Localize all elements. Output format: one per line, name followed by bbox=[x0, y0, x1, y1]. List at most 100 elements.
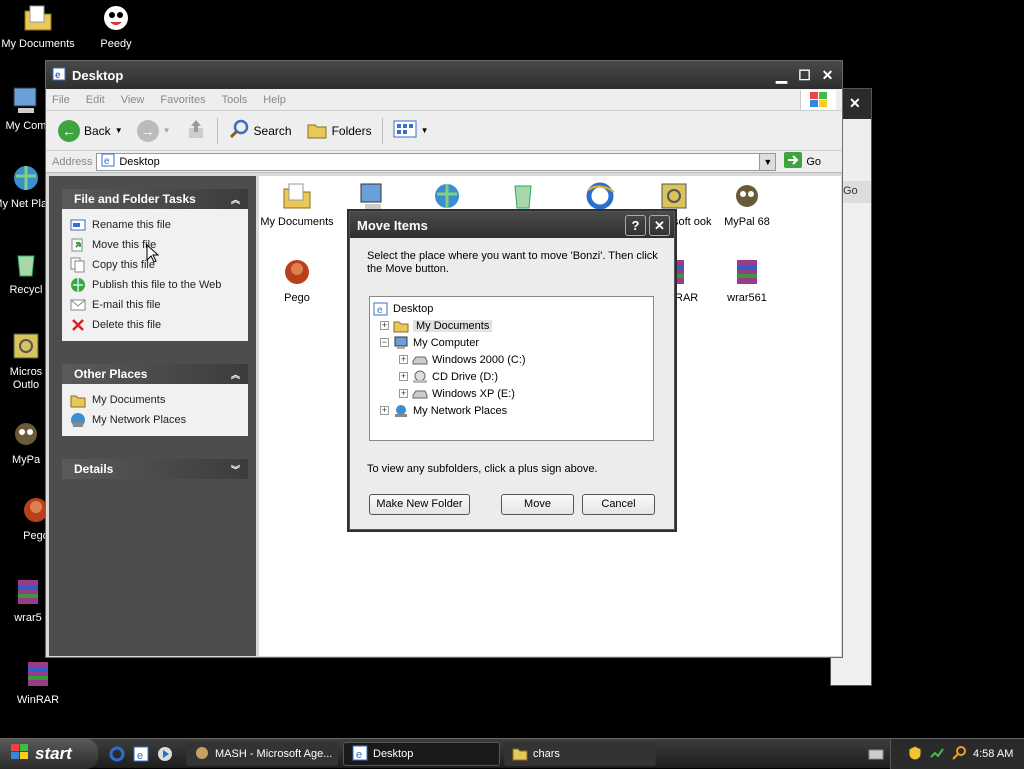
windows-logo-icon bbox=[10, 743, 30, 766]
move-items-dialog[interactable]: Move Items ? ✕ Select the place where yo… bbox=[349, 211, 675, 530]
minimize-icon[interactable]: ▁ bbox=[771, 65, 792, 86]
cancel-button[interactable]: Cancel bbox=[582, 494, 655, 515]
desktop-icon-peedy[interactable]: Peedy bbox=[76, 2, 156, 50]
panel-header[interactable]: Details ︾ bbox=[62, 459, 248, 479]
folder-icon bbox=[22, 2, 54, 34]
show-desktop-icon[interactable]: e bbox=[132, 745, 150, 766]
folders-button[interactable]: Folders bbox=[302, 117, 376, 144]
place-network[interactable]: My Network Places bbox=[70, 410, 240, 430]
search-button[interactable]: Search bbox=[224, 116, 296, 145]
close-icon[interactable]: ✕ bbox=[817, 65, 838, 86]
collapse-icon[interactable]: ︽ bbox=[231, 193, 240, 206]
mouse-cursor bbox=[146, 243, 160, 267]
panel-header[interactable]: File and Folder Tasks ︽ bbox=[62, 189, 248, 209]
keyboard-icon[interactable] bbox=[868, 747, 884, 764]
make-new-folder-button[interactable]: Make New Folder bbox=[369, 494, 470, 515]
close-button[interactable]: ✕ bbox=[649, 214, 670, 236]
up-button[interactable] bbox=[181, 116, 211, 145]
expand-plus-icon[interactable]: + bbox=[399, 389, 408, 398]
network-icon[interactable] bbox=[929, 745, 945, 764]
file-label: Pego bbox=[284, 292, 310, 304]
menu-help[interactable]: Help bbox=[263, 94, 286, 106]
file-item[interactable]: My Documents bbox=[259, 180, 335, 228]
tree-item-network[interactable]: + My Network Places bbox=[373, 402, 653, 419]
maximize-icon[interactable]: ☐ bbox=[794, 65, 815, 86]
folder-tree[interactable]: e Desktop + My Documents − My Computer +… bbox=[369, 296, 654, 441]
tree-item-drive-d[interactable]: + CD Drive (D:) bbox=[373, 368, 653, 385]
expand-plus-icon[interactable]: + bbox=[380, 321, 389, 330]
desktop-icon-my-documents[interactable]: My Documents bbox=[0, 2, 78, 50]
outlook-icon bbox=[658, 180, 690, 212]
taskbar-task-desktop[interactable]: e Desktop bbox=[343, 742, 500, 766]
window-titlebar[interactable]: e Desktop ▁ ☐ ✕ bbox=[46, 61, 842, 89]
file-item[interactable]: wrar561 bbox=[709, 256, 785, 304]
mash-icon bbox=[194, 745, 210, 764]
computer-icon bbox=[10, 84, 42, 116]
tree-label: My Computer bbox=[413, 336, 480, 349]
desktop-icon-label: WinRAR bbox=[16, 694, 60, 706]
menu-edit[interactable]: Edit bbox=[86, 94, 105, 106]
menu-view[interactable]: View bbox=[121, 94, 145, 106]
system-tray: 4:58 AM bbox=[890, 739, 1024, 769]
expand-icon[interactable]: ︾ bbox=[231, 463, 240, 476]
start-button[interactable]: start bbox=[0, 739, 98, 769]
tree-item-my-documents[interactable]: + My Documents bbox=[373, 317, 653, 334]
other-places-panel: Other Places ︽ My Documents My Network P… bbox=[62, 364, 248, 436]
expand-plus-icon[interactable]: + bbox=[399, 355, 408, 364]
desktop-icon-winrar[interactable]: WinRAR bbox=[0, 658, 78, 706]
menu-file[interactable]: File bbox=[52, 94, 70, 106]
chevron-down-icon[interactable]: ▼ bbox=[163, 126, 171, 135]
address-field[interactable]: e Desktop ▼ bbox=[96, 152, 777, 171]
collapse-minus-icon[interactable]: − bbox=[380, 338, 389, 347]
views-button[interactable]: ▼ bbox=[389, 117, 433, 144]
file-item[interactable]: MyPal 68 bbox=[709, 180, 785, 228]
tree-item-drive-e[interactable]: + Windows XP (E:) bbox=[373, 385, 653, 402]
close-icon[interactable]: ✕ bbox=[849, 89, 871, 112]
tree-item-desktop[interactable]: e Desktop bbox=[373, 300, 653, 317]
menu-tools[interactable]: Tools bbox=[222, 94, 248, 106]
forward-button[interactable]: → ▼ bbox=[133, 118, 175, 144]
internet-explorer-icon[interactable] bbox=[108, 745, 126, 766]
my-documents-icon bbox=[70, 392, 86, 408]
menu-favorites[interactable]: Favorites bbox=[160, 94, 205, 106]
media-player-icon[interactable] bbox=[156, 745, 174, 766]
back-button[interactable]: ← Back ▼ bbox=[54, 118, 127, 144]
tree-item-my-computer[interactable]: − My Computer bbox=[373, 334, 653, 351]
go-button[interactable]: Go bbox=[784, 152, 821, 171]
chevron-down-icon[interactable]: ▼ bbox=[759, 153, 776, 170]
task-publish[interactable]: Publish this file to the Web bbox=[70, 275, 240, 295]
taskbar-task-mash[interactable]: MASH - Microsoft Age... bbox=[186, 742, 338, 766]
chevron-down-icon[interactable]: ▼ bbox=[115, 126, 123, 135]
views-grid-icon bbox=[393, 119, 417, 142]
file-label: wrar561 bbox=[727, 292, 767, 304]
panel-header[interactable]: Other Places ︽ bbox=[62, 364, 248, 384]
task-email[interactable]: E-mail this file bbox=[70, 295, 240, 315]
tree-item-drive-c[interactable]: + Windows 2000 (C:) bbox=[373, 351, 653, 368]
windows-logo-icon bbox=[800, 89, 836, 110]
folder-icon bbox=[512, 745, 528, 764]
svg-text:e: e bbox=[377, 305, 383, 316]
winrar-archive-icon bbox=[731, 256, 763, 288]
help-button[interactable]: ? bbox=[625, 214, 646, 236]
task-label: chars bbox=[533, 748, 560, 760]
start-label: start bbox=[35, 744, 72, 763]
chevron-down-icon: ▼ bbox=[420, 126, 429, 135]
search-icon[interactable] bbox=[951, 745, 967, 764]
move-button[interactable]: Move bbox=[501, 494, 574, 515]
file-item[interactable]: Pego bbox=[259, 256, 335, 304]
place-my-documents[interactable]: My Documents bbox=[70, 390, 240, 410]
collapse-icon[interactable]: ︽ bbox=[231, 368, 240, 381]
expand-plus-icon[interactable]: + bbox=[380, 406, 389, 415]
taskbar-task-chars[interactable]: chars bbox=[504, 742, 656, 766]
expand-plus-icon[interactable]: + bbox=[399, 372, 408, 381]
recycle-bin-icon bbox=[10, 248, 42, 280]
security-shield-icon[interactable] bbox=[907, 744, 923, 764]
tree-label: Desktop bbox=[393, 302, 434, 315]
task-rename[interactable]: Rename this file bbox=[70, 215, 240, 235]
move-icon bbox=[70, 237, 86, 253]
go-arrow-icon bbox=[784, 152, 803, 171]
task-label: Delete this file bbox=[92, 319, 162, 331]
file-label: RAR bbox=[675, 292, 699, 304]
dialog-titlebar[interactable]: Move Items ? ✕ bbox=[350, 212, 674, 238]
task-delete[interactable]: Delete this file bbox=[70, 315, 240, 335]
